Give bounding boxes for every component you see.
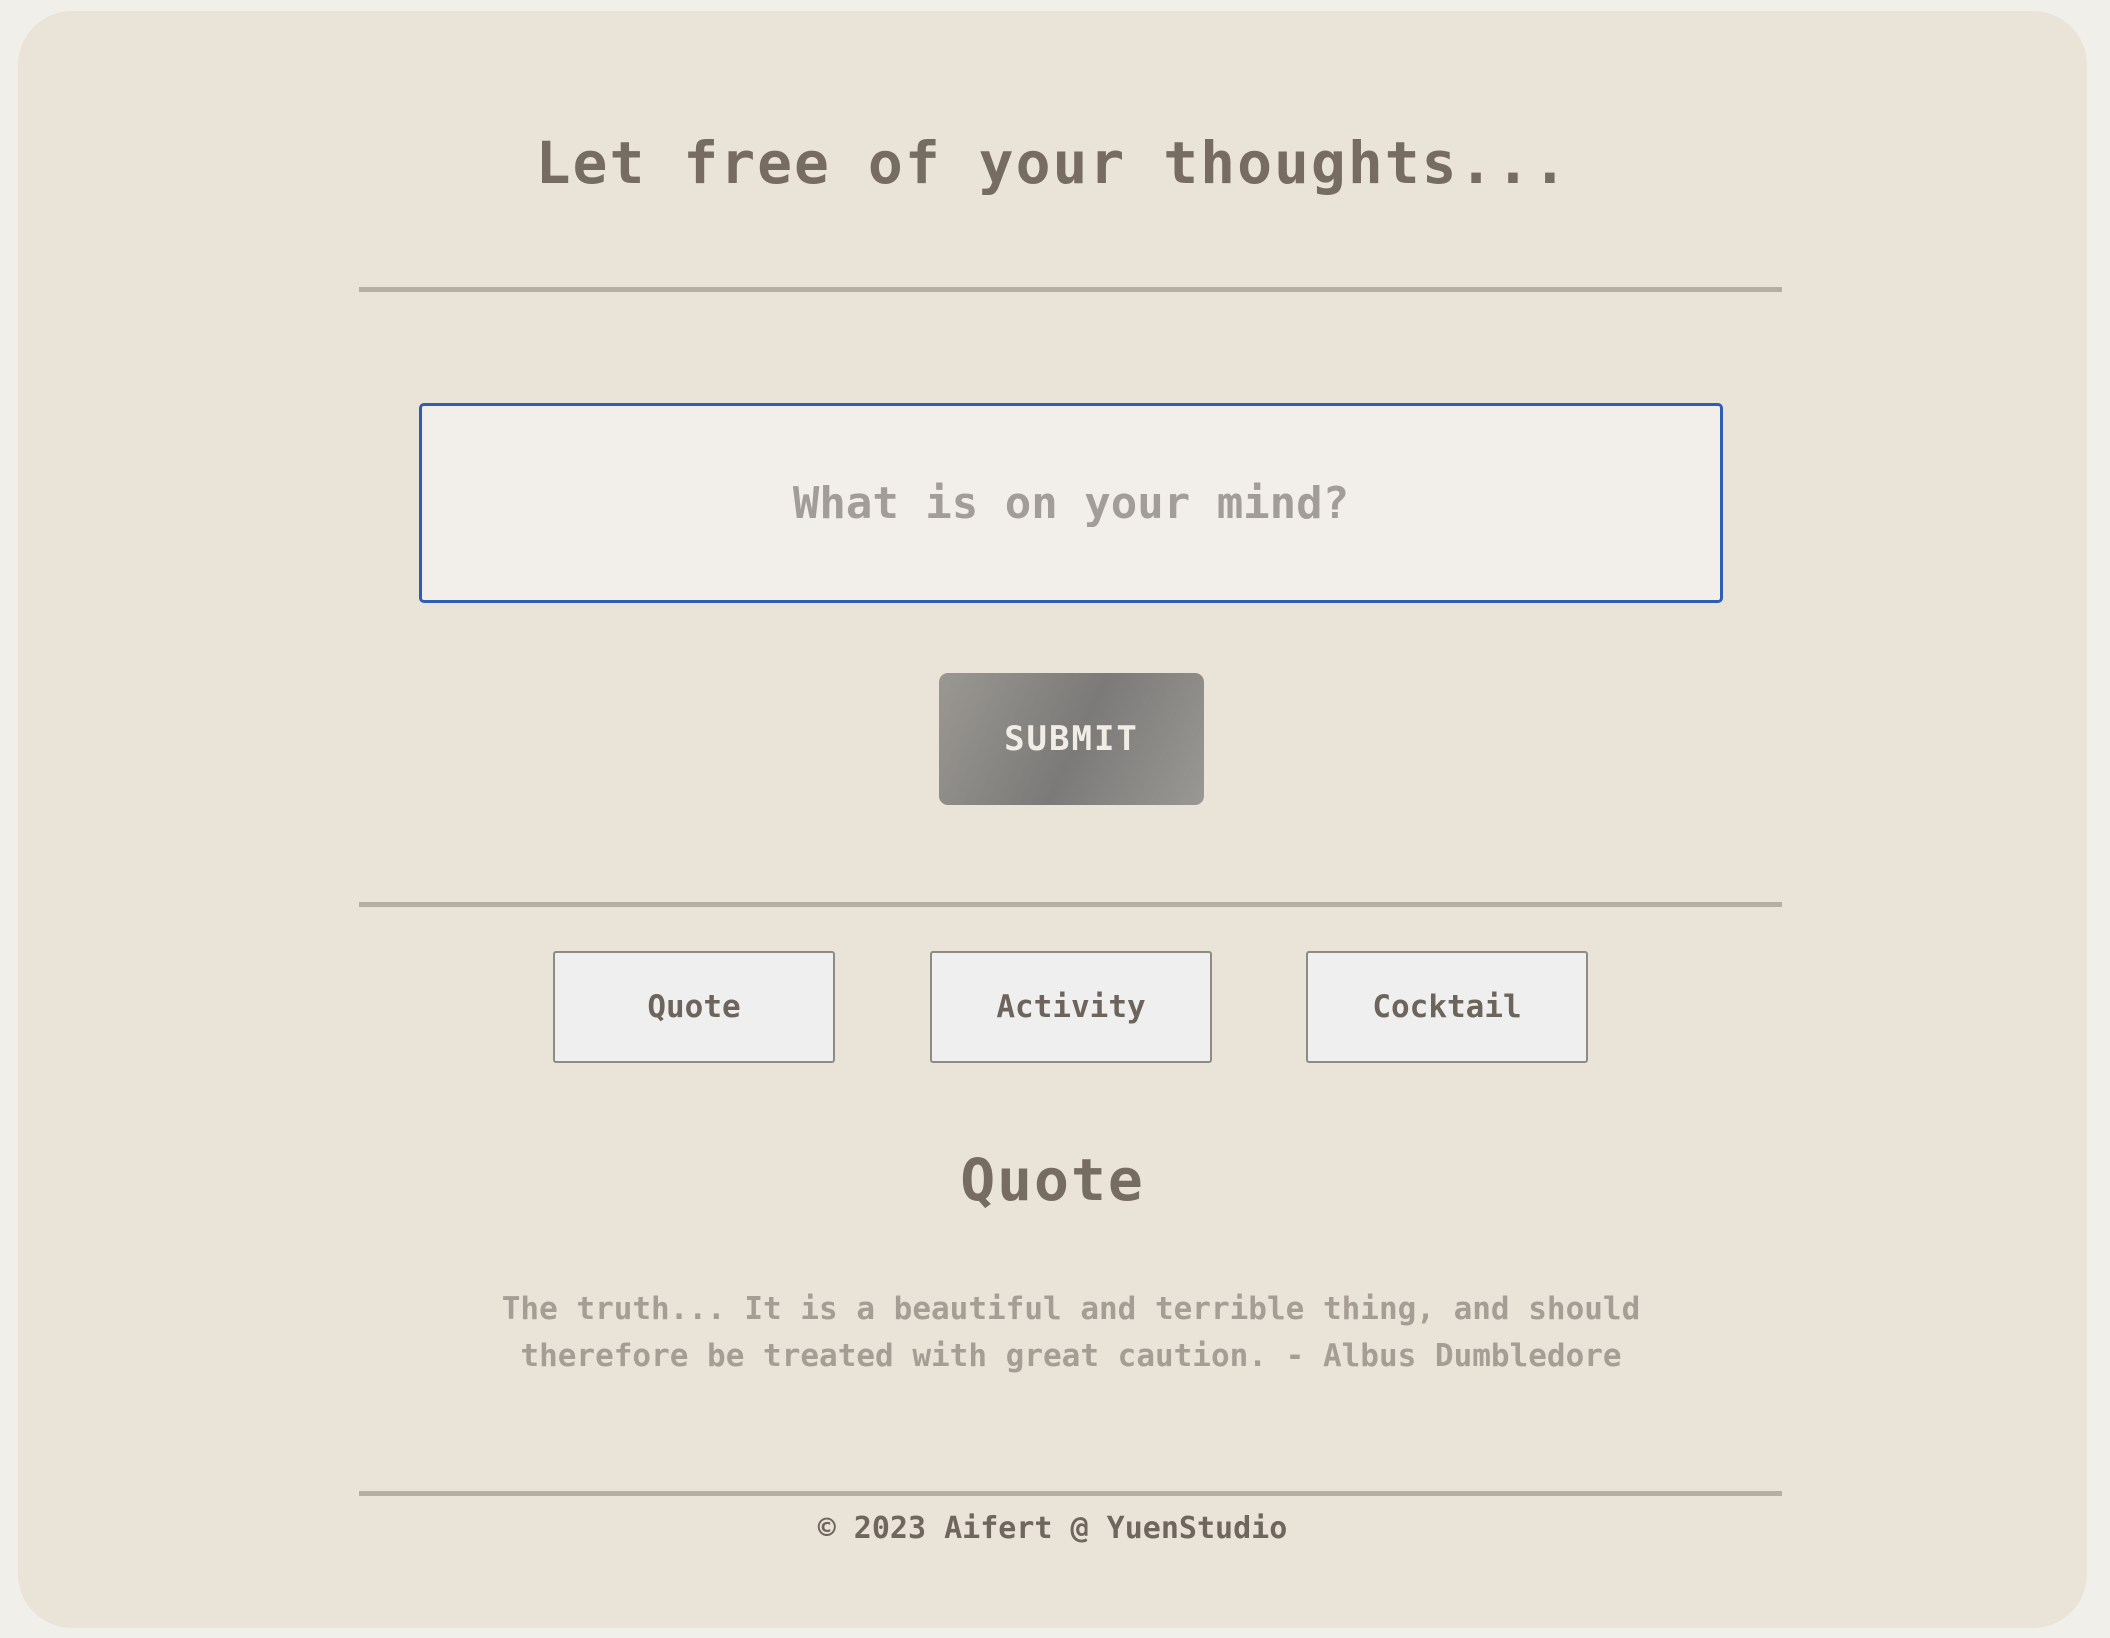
quote-button[interactable]: Quote — [553, 951, 835, 1063]
footer-copyright: © 2023 Aifert @ YuenStudio — [817, 1511, 1288, 1546]
submit-button[interactable]: SUBMIT — [939, 673, 1204, 805]
page-title: Let free of your thoughts... — [535, 129, 1570, 197]
bottom-divider — [359, 1491, 1782, 1496]
top-divider — [359, 287, 1782, 292]
result-heading: Quote — [960, 1146, 1145, 1214]
cocktail-button[interactable]: Cocktail — [1306, 951, 1588, 1063]
activity-button[interactable]: Activity — [930, 951, 1212, 1063]
middle-divider — [359, 902, 1782, 907]
quote-text: The truth... It is a beautiful and terri… — [501, 1291, 1641, 1374]
main-card: Let free of your thoughts... SUBMIT Quot… — [18, 11, 2087, 1628]
thought-input[interactable] — [419, 403, 1723, 603]
